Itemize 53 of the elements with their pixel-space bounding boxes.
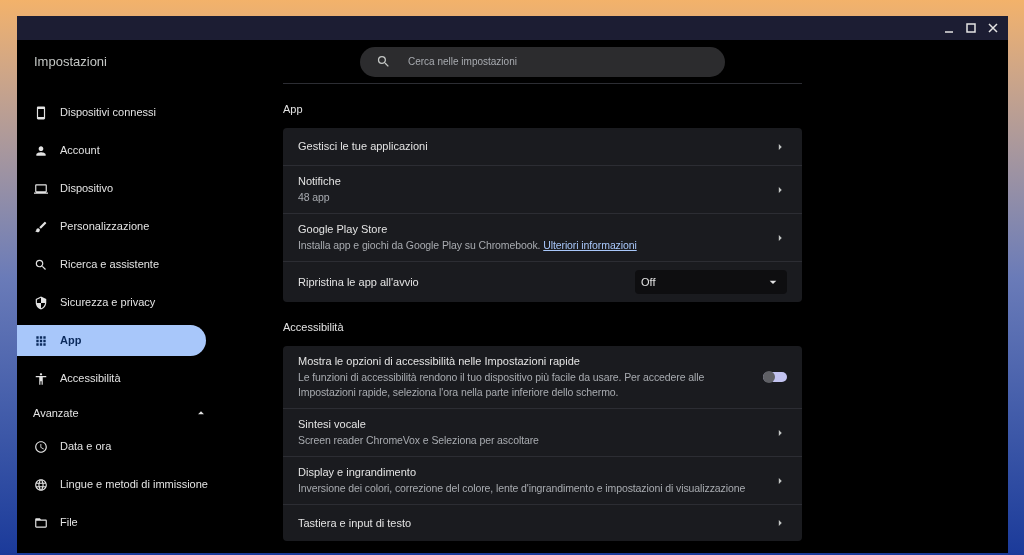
clock-icon — [34, 439, 48, 454]
search-input[interactable]: Cerca nelle impostazioni — [408, 54, 725, 69]
sidebar-item[interactable]: Account — [17, 135, 206, 166]
row-title: Google Play Store — [298, 222, 389, 237]
sidebar-item[interactable]: Accessibilità — [17, 363, 206, 394]
section-heading: App — [283, 101, 303, 117]
folder-icon — [34, 515, 48, 530]
sidebar-item[interactable]: Data e ora — [17, 431, 206, 462]
row-title: Display e ingrandimento — [298, 465, 417, 480]
brush-icon — [34, 219, 48, 234]
settings-row[interactable]: Gestisci le tue applicazioni — [283, 128, 802, 165]
globe-icon — [34, 477, 48, 492]
row-description: Installa app e giochi da Google Play su Chromebook. Ulteriori informazioni — [298, 239, 637, 251]
row-title: Gestisci le tue applicazioni — [298, 139, 429, 154]
row-title: Sintesi vocale — [298, 417, 367, 432]
dropdown[interactable]: Off — [635, 270, 787, 294]
settings-row[interactable]: Google Play Store Installa app e giochi da Google Play su Chromebook. Ulteriori informazioni — [283, 213, 802, 261]
search-icon — [34, 257, 48, 272]
settings-row[interactable]: Ripristina le app all'avvio Off — [283, 261, 802, 302]
row-title: Tastiera e input di testo — [298, 515, 413, 531]
search-field[interactable]: Cerca nelle impostazioni — [360, 46, 725, 77]
sidebar-item[interactable]: Lingue e metodi di immissione — [17, 469, 206, 500]
learn-more-link[interactable]: Ulteriori informazioni — [543, 239, 637, 251]
maximize-icon[interactable] — [966, 23, 976, 33]
toggle-switch[interactable] — [763, 372, 787, 382]
accessibility-icon — [34, 371, 48, 386]
row-description: Inversione dei colori, correzione del colore, lente d'ingrandimento e impostazioni di visualizzazione — [298, 482, 746, 494]
row-description: Screen reader ChromeVox e Seleziona per ascoltare — [298, 434, 539, 446]
sidebar-item[interactable]: Ricerca e assistente — [17, 249, 206, 280]
section-heading: Accessibilità — [283, 319, 344, 335]
row-title: Notifiche — [298, 174, 342, 189]
sidebar-item[interactable]: Dispositivo — [17, 173, 206, 204]
settings-row[interactable]: Sintesi vocale Screen reader ChromeVox e Seleziona per ascoltare — [283, 408, 802, 456]
row-description: Le funzioni di accessibilità rendono il tuo dispositivo più facile da usare. Per accedere alle Impostazioni rapide, seleziona l'ora nella parte inferiore dello schermo. — [298, 371, 705, 398]
sidebar-item[interactable]: Sicurezza e privacy — [17, 287, 206, 318]
phone-icon — [34, 105, 48, 120]
settings-row[interactable]: Display e ingrandimento Inversione dei colori, correzione del colore, lente d'ingrandimento e impostazioni di visualizzazione — [283, 456, 802, 504]
settings-row[interactable]: Tastiera e input di testo — [283, 504, 802, 541]
laptop-icon — [34, 181, 48, 196]
window-title: Impostazioni — [34, 53, 107, 72]
row-description: 48 app — [298, 191, 330, 203]
sidebar-item[interactable]: App — [17, 325, 206, 356]
grid-icon — [34, 333, 48, 348]
row-title: Mostra le opzioni di accessibilità nelle Impostazioni rapide — [298, 354, 581, 369]
sidebar-item[interactable]: Personalizzazione — [17, 211, 206, 242]
close-icon[interactable] — [988, 23, 998, 33]
sidebar-item[interactable]: File — [17, 507, 206, 538]
settings-row[interactable]: Notifiche 48 app — [283, 165, 802, 213]
shield-icon — [34, 295, 48, 310]
search-icon — [376, 54, 391, 69]
sidebar-item[interactable]: Dispositivi connessi — [17, 97, 206, 128]
advanced-header[interactable]: Avanzate — [33, 400, 208, 426]
row-title: Ripristina le app all'avvio — [298, 274, 420, 290]
